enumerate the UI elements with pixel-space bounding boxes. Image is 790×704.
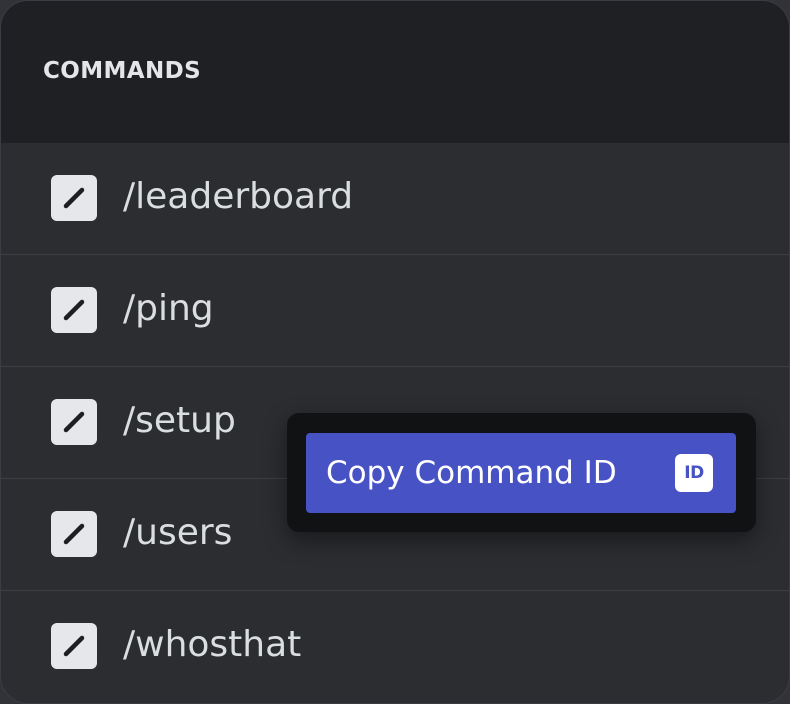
command-label: /leaderboard (123, 176, 354, 217)
command-label: /ping (123, 288, 214, 329)
slash-icon (51, 511, 97, 557)
slash-icon (51, 623, 97, 669)
command-label: /whosthat (123, 624, 302, 665)
copy-command-id-menu-item[interactable]: Copy Command ID ID (306, 433, 736, 513)
command-row-ping[interactable]: /ping (1, 255, 789, 367)
command-row-leaderboard[interactable]: /leaderboard (1, 143, 789, 255)
id-icon: ID (675, 454, 713, 492)
command-label: /users (123, 512, 233, 553)
slash-icon (51, 175, 97, 221)
slash-icon (51, 399, 97, 445)
panel-header: COMMANDS (1, 1, 789, 143)
command-label: /setup (123, 400, 236, 441)
command-row-whosthat[interactable]: /whosthat (1, 591, 789, 703)
panel-title: COMMANDS (43, 58, 202, 84)
menu-item-label: Copy Command ID (326, 455, 617, 491)
slash-icon (51, 287, 97, 333)
commands-panel: COMMANDS /leaderboard /ping /setup /user… (0, 0, 790, 704)
context-menu: Copy Command ID ID (287, 413, 756, 532)
